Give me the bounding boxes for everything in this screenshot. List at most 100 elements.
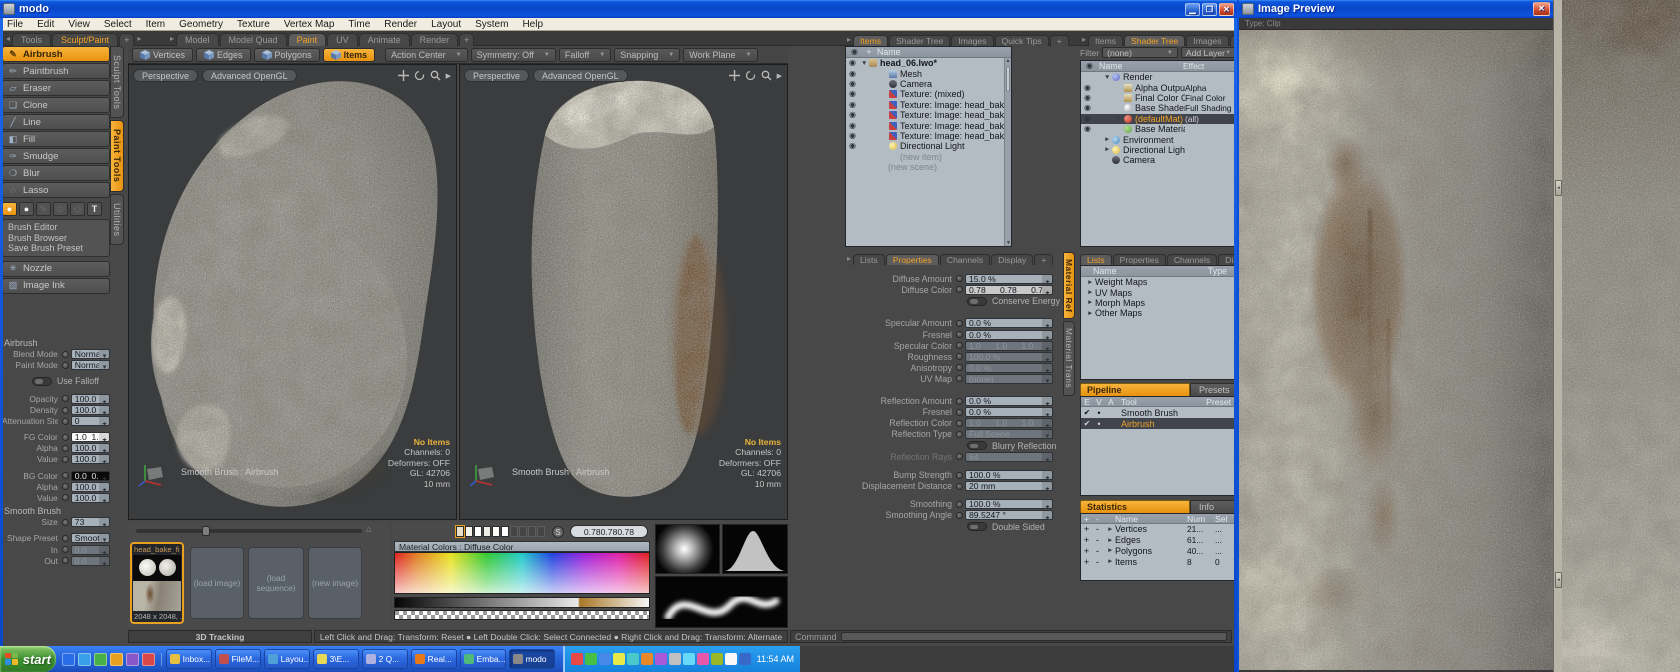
panel-tab[interactable]: Quick Tips xyxy=(995,35,1049,46)
brush-link[interactable]: Brush Browser xyxy=(8,233,104,244)
color-swatch[interactable] xyxy=(510,526,518,537)
effect-value[interactable]: Final Color xyxy=(1185,93,1235,103)
menu-item[interactable]: Vertex Map xyxy=(277,19,342,30)
fg-color-field[interactable]: 100.0 % xyxy=(71,443,110,453)
layout-tab[interactable]: Model xyxy=(176,33,219,46)
shape-field[interactable]: 0.0 xyxy=(71,556,110,566)
tray-icon[interactable] xyxy=(655,653,667,665)
panel-tab[interactable]: Properties xyxy=(1113,254,1166,265)
shader-row[interactable]: ◉ ▼ Render xyxy=(1081,72,1235,82)
task-button[interactable]: modo xyxy=(509,649,555,669)
expand-arrow[interactable]: ► xyxy=(1104,136,1112,143)
layout-tab[interactable]: Paint xyxy=(288,33,327,46)
material-field[interactable]: 100.0 % xyxy=(965,499,1053,509)
viewport-mode-pill[interactable]: Perspective xyxy=(464,69,529,82)
paint-tool-button[interactable]: ✎ Airbrush xyxy=(2,46,110,62)
expand-arrow[interactable]: ► xyxy=(1087,279,1095,286)
preview-texture-image[interactable] xyxy=(1239,30,1553,670)
item-row[interactable]: ◉ Texture: Image: head_bake_final_02d (3… xyxy=(846,100,1011,110)
color-swatch[interactable] xyxy=(456,526,464,537)
color-swatch[interactable] xyxy=(492,526,500,537)
task-button[interactable]: Layou... xyxy=(264,649,310,669)
task-button[interactable]: Real... xyxy=(411,649,457,669)
effect-value[interactable]: Full Shading xyxy=(1185,103,1235,113)
task-button[interactable]: FileM... xyxy=(215,649,261,669)
expand-arrow[interactable]: ► xyxy=(1116,115,1124,122)
item-row[interactable]: ◉ Texture: (mixed) xyxy=(846,89,1011,99)
paint-tool-button[interactable]: ❏ Clone xyxy=(2,97,110,113)
quick-launch-icon[interactable] xyxy=(78,653,91,666)
visible-dot[interactable]: • xyxy=(1093,419,1105,429)
tab-nav-right-icon[interactable]: ▸ xyxy=(135,34,143,43)
quick-launch-icon[interactable] xyxy=(62,653,75,666)
material-field[interactable]: 0.0 % xyxy=(965,407,1053,417)
statistics-row[interactable]: + - ► Items 8 0 xyxy=(1081,556,1235,567)
image-thumbnail[interactable]: head_bake_fi ... 2048 x 2048, ... xyxy=(130,542,184,624)
paint-tool-button[interactable]: ◧ Fill xyxy=(2,131,110,147)
panel-tab[interactable]: Display xyxy=(991,254,1033,265)
airbrush-field[interactable]: 100.0 % xyxy=(71,394,110,404)
expand-plus[interactable]: + xyxy=(1081,546,1092,556)
menu-item[interactable]: Edit xyxy=(30,19,61,30)
panel-tab[interactable]: Channels xyxy=(1167,254,1217,265)
color-swatch[interactable] xyxy=(501,526,509,537)
visibility-eye-icon[interactable]: ◉ xyxy=(846,141,859,151)
bg-color-field[interactable]: 100.0 % xyxy=(71,482,110,492)
expand-arrow[interactable]: ► xyxy=(1087,310,1095,317)
viewport-left[interactable]: Perspective Advanced OpenGL ▶ Smooth Bru… xyxy=(128,64,457,520)
layout-tab[interactable]: Animate xyxy=(359,33,410,46)
quick-launch-icon[interactable] xyxy=(142,653,155,666)
item-row[interactable]: ◉ Camera xyxy=(846,79,1011,89)
airbrush-field[interactable]: 100.0 % xyxy=(71,405,110,415)
tray-icon[interactable] xyxy=(683,653,695,665)
material-field[interactable]: 15.0 % xyxy=(965,274,1053,284)
panel-tab[interactable]: Images xyxy=(951,35,993,46)
brush-tip-button[interactable]: ● xyxy=(19,202,34,216)
shape-field[interactable]: 0.0 xyxy=(71,545,110,555)
bg-color-field[interactable]: 0.0 0.0 0.0 xyxy=(71,471,110,481)
rotate-icon[interactable] xyxy=(745,70,756,81)
panel-tab[interactable]: Images xyxy=(1186,35,1228,46)
layout-tab[interactable]: Model Quad xyxy=(220,33,287,46)
visible-dot[interactable]: • xyxy=(1093,408,1105,418)
map-list-row[interactable]: ► Other Maps xyxy=(1081,308,1235,318)
item-row[interactable]: ◉ Texture: Image: head_bake_final_02d (6… xyxy=(846,131,1011,141)
pan-icon[interactable] xyxy=(729,70,740,81)
fg-color-field[interactable]: 1.0 1.0 1.0 xyxy=(71,432,110,442)
visibility-eye-icon[interactable]: ◉ xyxy=(846,131,859,141)
statistics-row[interactable]: + - ► Edges 61... ... xyxy=(1081,535,1235,546)
toolbar-dropdown[interactable]: Snapping▼ xyxy=(614,48,680,62)
blurry-reflection-toggle[interactable]: Blurry Reflection xyxy=(967,441,1062,451)
tray-icon[interactable] xyxy=(711,653,723,665)
layout-tab[interactable]: Sculpt/Paint xyxy=(52,33,118,46)
expand-arrow[interactable]: ▼ xyxy=(861,60,869,67)
size-field[interactable]: 73 xyxy=(71,517,110,527)
expand-arrow[interactable]: ► xyxy=(1107,558,1115,565)
brush-tip-button[interactable]: ✎ xyxy=(36,202,51,216)
item-row[interactable]: ◉ (new item) xyxy=(846,152,1011,162)
shader-row[interactable]: ◉ ► Directional Light xyxy=(1081,145,1235,155)
zoom-icon[interactable] xyxy=(430,70,441,81)
zoom-icon[interactable] xyxy=(761,70,772,81)
add-layer-dropdown[interactable]: Add Layer▼ xyxy=(1181,47,1236,58)
new-image-cell[interactable]: (new image) xyxy=(308,547,362,619)
fg-color-field[interactable]: 100.0 % xyxy=(71,454,110,464)
panel-tab[interactable]: Lists xyxy=(853,254,885,265)
tray-icon[interactable] xyxy=(669,653,681,665)
brush-link[interactable]: Save Brush Preset xyxy=(8,243,104,254)
preview-titlebar[interactable]: Image Preview ✕ xyxy=(1239,0,1553,18)
slider-handle[interactable] xyxy=(202,526,210,536)
rotate-icon[interactable] xyxy=(414,70,425,81)
layout-tab[interactable]: + xyxy=(119,33,134,46)
viewport-right[interactable]: Perspective Advanced OpenGL ▶ Smooth Bru… xyxy=(459,64,788,520)
tray-icon[interactable] xyxy=(571,653,583,665)
panel-tab[interactable]: + xyxy=(1050,35,1069,46)
brush-tip-button[interactable]: T xyxy=(87,202,102,216)
menu-item[interactable]: Help xyxy=(515,19,550,30)
expand-arrow[interactable]: ► xyxy=(1087,289,1095,296)
visibility-eye-icon[interactable]: ◉ xyxy=(1081,114,1094,124)
hue-saturation-picker[interactable] xyxy=(394,552,650,594)
selection-mode-button[interactable]: Items xyxy=(323,48,376,62)
presets-button[interactable]: Presets xyxy=(1190,383,1236,397)
effect-value[interactable]: (all) xyxy=(1185,114,1235,124)
